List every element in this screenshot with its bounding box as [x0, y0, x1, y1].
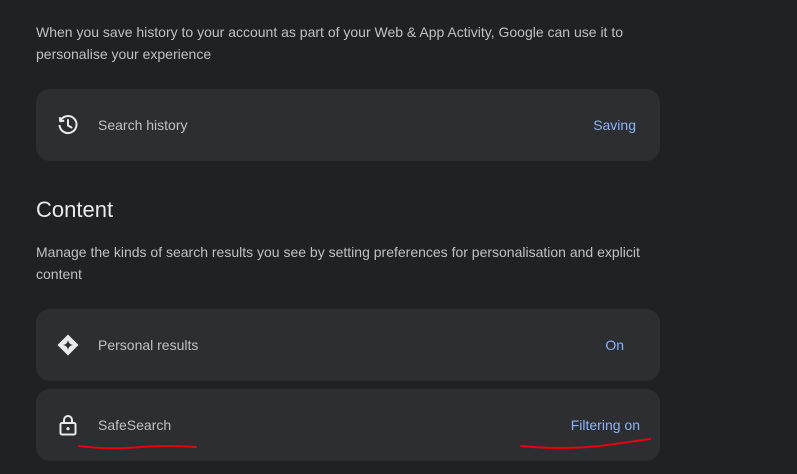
content-description: Manage the kinds of search results you s… — [36, 244, 640, 282]
sparkle-diamond-icon — [57, 334, 79, 356]
personal-results-row[interactable]: Personal results On — [36, 309, 660, 381]
search-history-label: Search history — [98, 117, 188, 133]
search-history-row[interactable]: Search history Saving — [36, 89, 660, 161]
search-settings-page: When you save history to your account as… — [0, 0, 797, 474]
history-description: When you save history to your account as… — [36, 24, 624, 62]
content-section-title: Content — [36, 197, 114, 222]
history-icon — [58, 115, 78, 134]
search-history-status[interactable]: Saving — [593, 117, 636, 133]
personal-results-status[interactable]: On — [605, 337, 624, 353]
safesearch-label: SafeSearch — [98, 417, 172, 433]
safesearch-status[interactable]: Filtering on — [571, 417, 640, 433]
personal-results-label: Personal results — [98, 337, 199, 353]
safesearch-row[interactable]: SafeSearch Filtering on — [36, 389, 660, 461]
lock-icon — [59, 415, 77, 436]
